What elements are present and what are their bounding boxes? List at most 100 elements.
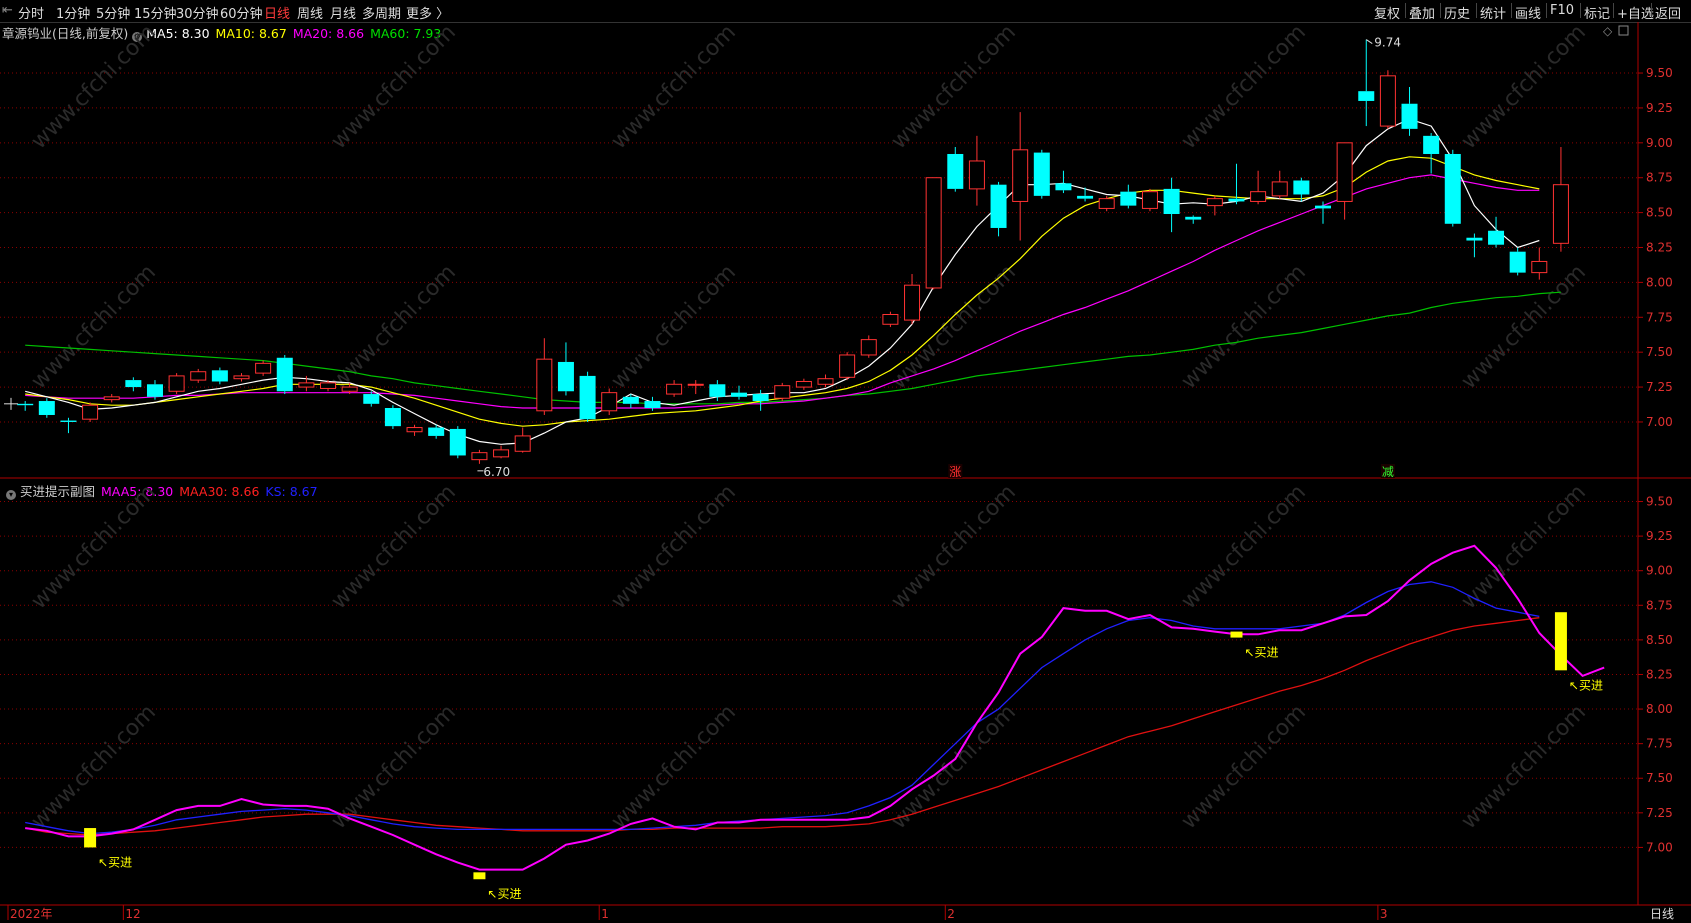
candle[interactable] <box>1379 70 1396 129</box>
candle[interactable] <box>1163 177 1180 233</box>
candle[interactable] <box>1185 215 1202 224</box>
candle[interactable] <box>168 373 185 395</box>
buy-signal-bar[interactable] <box>473 872 486 880</box>
watermark-text: www.cfchi.com <box>27 700 161 834</box>
candle[interactable] <box>839 352 856 381</box>
candle[interactable] <box>666 380 683 397</box>
candle-body <box>947 153 964 189</box>
candle[interactable] <box>904 274 921 325</box>
candle[interactable] <box>493 445 510 459</box>
candle[interactable] <box>1531 247 1548 280</box>
grid <box>0 22 1691 906</box>
candle[interactable] <box>255 360 272 376</box>
candle[interactable] <box>1336 142 1353 220</box>
candle[interactable] <box>1423 133 1440 174</box>
window-icon[interactable] <box>1618 25 1629 36</box>
sub-tick-label: 8.75 <box>1646 598 1673 612</box>
annotations: 9.74 6.70 涨 减 <box>4 36 1401 479</box>
candle[interactable] <box>17 401 34 411</box>
candle[interactable] <box>276 354 293 395</box>
candle[interactable] <box>146 380 163 400</box>
candle[interactable] <box>1055 170 1072 194</box>
candle[interactable] <box>384 405 401 429</box>
candle[interactable] <box>38 398 55 418</box>
watermark-text: www.cfchi.com <box>27 480 161 614</box>
candle[interactable] <box>1401 86 1418 136</box>
candle-body <box>1098 198 1115 209</box>
candle[interactable] <box>1012 112 1029 241</box>
buy-signal-bar[interactable] <box>84 828 97 848</box>
candle-body <box>839 354 856 378</box>
buy-signal-label: ↖买进 <box>98 855 132 869</box>
candle[interactable] <box>730 385 747 400</box>
candle[interactable] <box>990 181 1007 237</box>
candle[interactable] <box>233 373 250 382</box>
candle[interactable] <box>1271 170 1288 199</box>
watermark-text: www.cfchi.com <box>1457 20 1591 154</box>
candle[interactable] <box>211 367 228 385</box>
candle[interactable] <box>406 424 423 436</box>
candle[interactable] <box>752 389 769 411</box>
watermark-text: www.cfchi.com <box>887 20 1021 154</box>
candle-body <box>1531 260 1548 274</box>
candle[interactable] <box>82 402 99 422</box>
candle-body <box>449 428 466 456</box>
candle[interactable] <box>601 388 618 415</box>
candle-body <box>276 357 293 392</box>
event-marker[interactable]: 减 <box>1382 465 1394 479</box>
candle[interactable] <box>774 382 791 402</box>
candle[interactable] <box>1033 149 1050 199</box>
candle[interactable] <box>1077 187 1094 202</box>
candle[interactable] <box>1358 39 1375 127</box>
candle[interactable] <box>795 378 812 390</box>
candle[interactable] <box>1098 195 1115 212</box>
candle[interactable] <box>925 177 942 290</box>
candle[interactable] <box>536 338 553 415</box>
candle[interactable] <box>449 426 466 459</box>
candle-body <box>860 339 877 356</box>
candle[interactable] <box>514 427 531 453</box>
buy-signal-bar[interactable] <box>1554 612 1567 671</box>
candle[interactable] <box>968 135 985 206</box>
candle[interactable] <box>1120 184 1137 209</box>
sub-tick-label: 9.50 <box>1646 495 1673 509</box>
candle[interactable] <box>103 394 120 403</box>
candle[interactable] <box>1488 216 1505 248</box>
price-tick-label: 9.00 <box>1646 136 1673 150</box>
candle[interactable] <box>1466 233 1483 258</box>
watermark-text: www.cfchi.com <box>887 260 1021 394</box>
candle[interactable] <box>471 449 488 464</box>
candle[interactable] <box>860 335 877 358</box>
candle[interactable] <box>557 342 574 396</box>
candle[interactable] <box>60 417 77 434</box>
candle[interactable] <box>947 147 964 192</box>
candle[interactable] <box>190 368 207 383</box>
candle[interactable] <box>1250 170 1267 205</box>
candle[interactable] <box>125 377 142 392</box>
event-marker[interactable]: 涨 <box>949 464 961 479</box>
candle-body <box>1055 183 1072 191</box>
candle-body <box>622 396 639 404</box>
candle[interactable] <box>817 374 834 388</box>
price-tick-label: 7.00 <box>1646 415 1673 429</box>
period-label[interactable]: 日线 <box>1650 907 1674 921</box>
candle[interactable] <box>1552 147 1569 252</box>
kline-chart[interactable]: www.cfchi.com www.cfchi.com www.cfchi.com w… <box>0 0 1691 923</box>
candle[interactable] <box>579 371 596 422</box>
high-price-label: 9.74 <box>1374 36 1401 50</box>
candle-body <box>925 177 942 289</box>
buy-signal-bar[interactable] <box>1230 631 1243 638</box>
candle[interactable] <box>1141 188 1158 212</box>
candle-body <box>904 284 921 321</box>
diamond-icon[interactable]: ◇ <box>1603 24 1613 38</box>
sub-tick-label: 7.25 <box>1646 806 1673 820</box>
candle-body <box>1466 237 1483 241</box>
candle[interactable] <box>1444 149 1461 227</box>
candle[interactable] <box>644 396 661 411</box>
price-tick-label: 7.25 <box>1646 380 1673 394</box>
candle[interactable] <box>1509 247 1526 276</box>
candle[interactable] <box>882 311 899 328</box>
time-axis-label: 3 <box>1380 907 1388 921</box>
candle-body <box>471 452 488 461</box>
candle-body <box>644 401 661 409</box>
